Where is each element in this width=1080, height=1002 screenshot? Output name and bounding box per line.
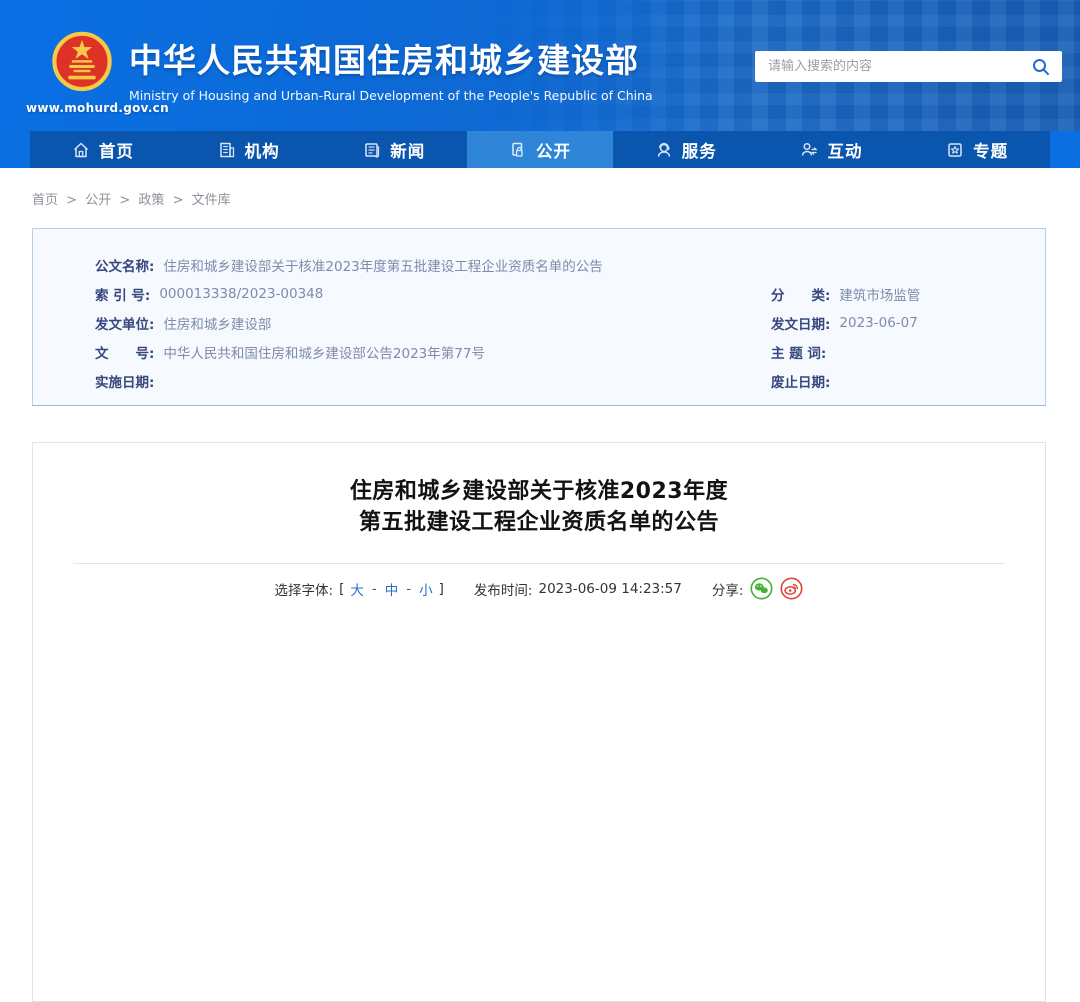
font-size-selector: 选择字体: [ 大 - 中 - 小 ] [275,579,444,599]
breadcrumb-policy[interactable]: 政策 [138,193,164,208]
article-meta-row: 选择字体: [ 大 - 中 - 小 ] 发布时间: 2023-06-09 14:… [33,577,1045,600]
site-url: www.mohurd.gov.cn [26,101,169,115]
nav-item-label: 机构 [244,141,280,161]
main-nav: 首页 机构 新闻 公开 服务 互动 专题 [0,131,1080,168]
nav-item-label: 互动 [827,141,863,161]
font-size-medium-button[interactable]: 中 [385,579,399,599]
publish-time-label: 发布时间: [473,582,533,599]
font-size-small-button[interactable]: 小 [419,579,433,599]
meta-row: 文 号: 中华人民共和国住房和城乡建设部公告2023年第77号 主 题 词: [33,337,1045,366]
meta-value-category: 建筑市场监管 [839,287,921,304]
font-selector-bracket-open: [ [339,580,345,597]
search-box [755,51,1062,82]
nav-item-organization[interactable]: 机构 [176,131,322,168]
meta-value-issuing-unit: 住房和城乡建设部 [163,316,272,333]
document-meta-box: 公文名称: 住房和城乡建设部关于核准2023年度第五批建设工程企业资质名单的公告… [32,228,1046,406]
article-title: 住房和城乡建设部关于核准2023年度 第五批建设工程企业资质名单的公告 [33,476,1045,538]
breadcrumb-file-library[interactable]: 文件库 [192,193,231,208]
interaction-icon [802,142,819,156]
nav-item-home[interactable]: 首页 [30,131,176,168]
font-selector-bracket-close: ] [438,580,444,597]
nav-item-topic[interactable]: 专题 [904,131,1050,168]
breadcrumb-separator: > [119,193,131,208]
site-title: 中华人民共和国住房和城乡建设部 [129,41,639,80]
share-wechat-button[interactable] [750,577,773,600]
breadcrumb-separator: > [66,193,78,208]
breadcrumb-home[interactable]: 首页 [32,193,58,208]
meta-label-doc-name: 公文名称: [95,258,155,275]
nav-item-label: 专题 [973,141,1009,161]
meta-label-issuing-unit: 发文单位: [95,316,155,333]
meta-row: 发文单位: 住房和城乡建设部 发文日期: 2023-06-07 [33,308,1045,337]
nav-item-interaction[interactable]: 互动 [759,131,905,168]
nav-item-news[interactable]: 新闻 [321,131,467,168]
news-icon [365,142,380,158]
font-selector-label: 选择字体: [274,582,334,599]
nav-item-label: 公开 [536,141,572,161]
publish-time-value: 2023-06-09 14:23:57 [538,580,682,597]
meta-value-issue-date: 2023-06-07 [839,314,918,331]
title-divider [73,563,1005,564]
article-title-line2: 第五批建设工程企业资质名单的公告 [358,510,719,535]
topic-icon [948,142,962,157]
meta-value-index-number: 000013338/2023-00348 [159,285,324,302]
site-header: www.mohurd.gov.cn 中华人民共和国住房和城乡建设部 Minist… [0,0,1080,131]
site-subtitle: Ministry of Housing and Urban-Rural Deve… [129,88,653,103]
article-box: 住房和城乡建设部关于核准2023年度 第五批建设工程企业资质名单的公告 选择字体… [32,442,1046,1002]
home-icon [73,142,88,157]
nav-item-service[interactable]: 服务 [613,131,759,168]
breadcrumb-separator: > [172,193,184,208]
meta-value-doc-name: 住房和城乡建设部关于核准2023年度第五批建设工程企业资质名单的公告 [163,258,603,275]
meta-label-repeal-date: 废止日期: [771,374,831,391]
meta-label-index-number: 索 引 号: [95,287,151,304]
meta-label-implement-date: 实施日期: [95,374,155,391]
share-weibo-button[interactable] [780,577,803,600]
search-input[interactable] [755,59,1020,74]
meta-label-category: 分 类: [771,287,831,304]
site-title-block: 中华人民共和国住房和城乡建设部 Ministry of Housing and … [129,41,653,103]
organization-icon [219,142,234,157]
font-size-large-button[interactable]: 大 [350,579,364,599]
meta-label-issue-date: 发文日期: [771,316,831,333]
article-title-line1: 住房和城乡建设部关于核准2023年度 [349,479,729,504]
meta-row: 索 引 号: 000013338/2023-00348 分 类: 建筑市场监管 [33,279,1045,308]
wechat-icon [750,577,773,600]
meta-row: 实施日期: 废止日期: [33,366,1045,395]
search-button[interactable] [1020,51,1062,82]
nav-item-label: 服务 [681,141,717,161]
main-nav-inner: 首页 机构 新闻 公开 服务 互动 专题 [30,131,1050,168]
search-icon [1033,58,1049,75]
meta-label-doc-number: 文 号: [95,345,155,362]
disclosure-icon [512,142,523,157]
share-label: 分享: [711,582,744,599]
meta-row-name: 公文名称: 住房和城乡建设部关于核准2023年度第五批建设工程企业资质名单的公告 [33,250,1045,279]
share-controls: 分享: [712,577,804,600]
font-selector-dash: - [371,580,377,597]
nav-item-disclosure[interactable]: 公开 [467,131,613,168]
service-icon [657,142,670,157]
meta-value-doc-number: 中华人民共和国住房和城乡建设部公告2023年第77号 [163,345,485,362]
nav-item-label: 新闻 [390,141,426,161]
breadcrumb: 首页 > 公开 > 政策 > 文件库 [32,189,231,208]
meta-label-subject-words: 主 题 词: [771,345,827,362]
publish-time: 发布时间: 2023-06-09 14:23:57 [474,579,682,599]
national-emblem-logo[interactable] [52,30,112,94]
nav-item-label: 首页 [98,141,134,161]
weibo-icon [780,577,803,600]
breadcrumb-disclosure[interactable]: 公开 [85,193,111,208]
font-selector-dash: - [406,580,412,597]
